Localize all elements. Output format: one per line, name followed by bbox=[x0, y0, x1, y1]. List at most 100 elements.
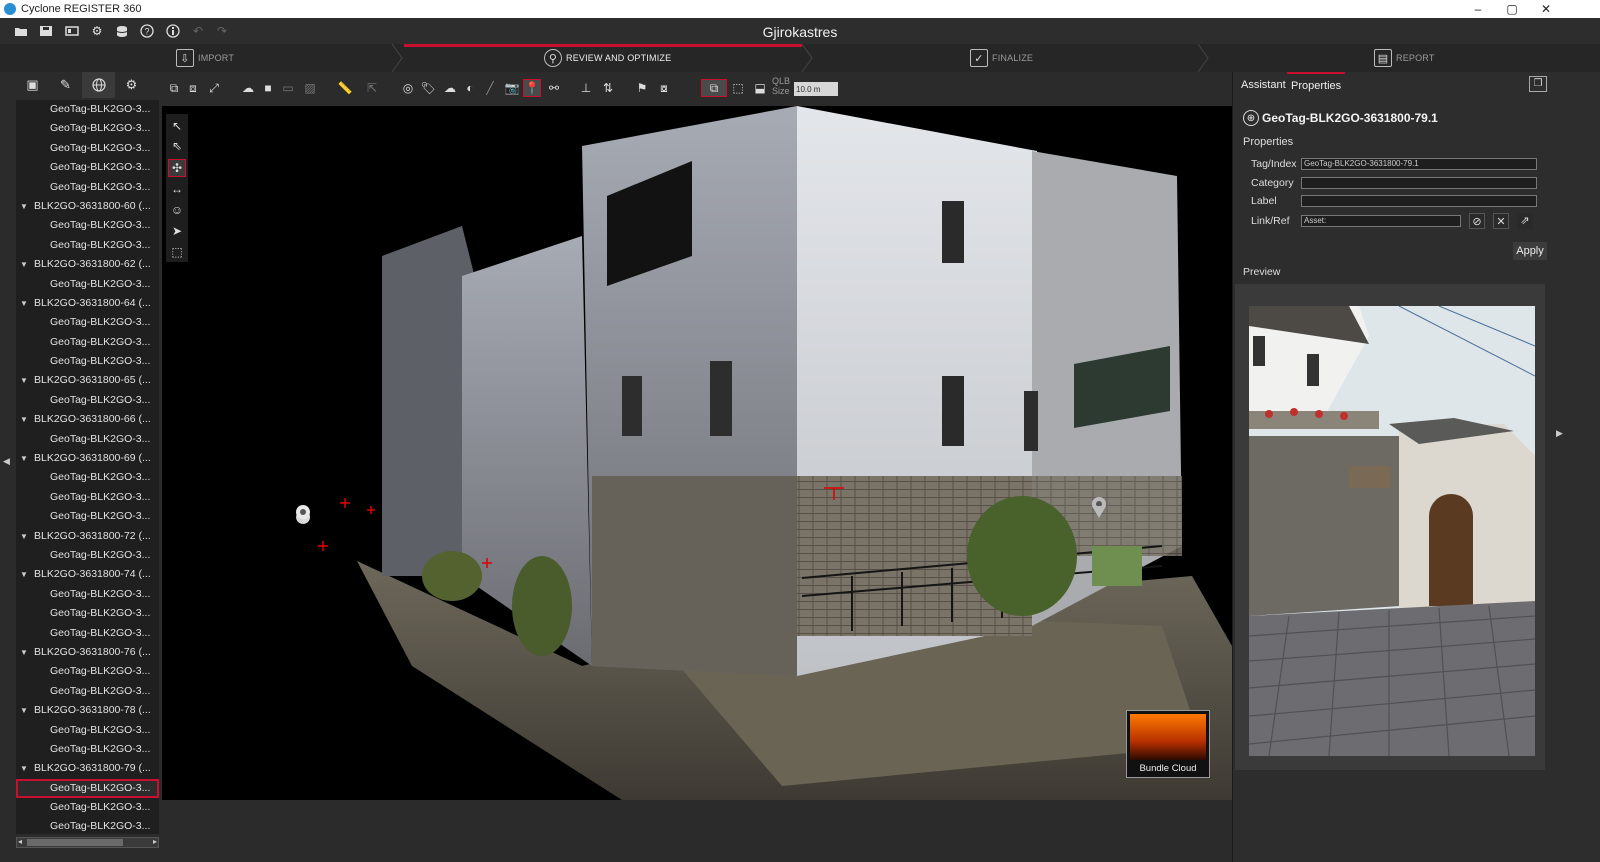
box-icon[interactable]: ■ bbox=[260, 80, 276, 96]
cube-view-icon[interactable]: ⬚ bbox=[730, 80, 746, 96]
person-icon[interactable]: ☺ bbox=[169, 202, 185, 218]
expand-chevron-icon[interactable]: ▼ bbox=[20, 371, 34, 390]
tree-group-item[interactable]: ▼ BLK2GO-3631800-69 (... bbox=[16, 449, 159, 468]
apply-button[interactable]: Apply bbox=[1513, 242, 1547, 260]
tree-group-item[interactable]: ▼ BLK2GO-3631800-74 (... bbox=[16, 565, 159, 584]
tree-group-item[interactable]: ▼ BLK2GO-3631800-62 (... bbox=[16, 255, 159, 274]
measure-icon[interactable]: 📏 bbox=[337, 80, 353, 96]
camera-icon[interactable]: 📷 bbox=[504, 80, 520, 96]
cube-icon[interactable]: ⬚ bbox=[169, 244, 185, 260]
tree-horizontal-scrollbar[interactable]: ◂ ▸ bbox=[16, 837, 159, 848]
tree-geotag-item[interactable]: GeoTag-BLK2GO-3... bbox=[16, 391, 159, 410]
tab-bundles-icon[interactable]: ▣ bbox=[16, 72, 49, 98]
fly-icon[interactable]: ➤ bbox=[169, 223, 185, 239]
scroll-left-icon[interactable]: ◂ bbox=[18, 837, 22, 846]
tab-attachments-icon[interactable]: ✎ bbox=[49, 72, 82, 98]
open-link-icon[interactable]: ⇗ bbox=[1517, 213, 1533, 229]
minimize-button[interactable]: – bbox=[1460, 0, 1496, 18]
tree-geotag-item[interactable]: GeoTag-BLK2GO-3... bbox=[16, 468, 159, 487]
label-field[interactable] bbox=[1301, 195, 1537, 207]
maximize-button[interactable]: ▢ bbox=[1494, 0, 1530, 18]
close-button[interactable]: ✕ bbox=[1528, 0, 1564, 18]
qlb-size-input[interactable] bbox=[794, 82, 838, 96]
tree-group-item[interactable]: ▼ BLK2GO-3631800-66 (... bbox=[16, 410, 159, 429]
tree-group-item[interactable]: ▼ BLK2GO-3631800-72 (... bbox=[16, 527, 159, 546]
scrollbar-thumb[interactable] bbox=[27, 839, 123, 846]
tree-geotag-item[interactable]: GeoTag-BLK2GO-3... bbox=[16, 817, 159, 834]
tree-group-item[interactable]: ▼ BLK2GO-3631800-64 (... bbox=[16, 294, 159, 313]
step-finalize[interactable]: ✓ FINALIZE bbox=[970, 44, 1033, 72]
tree-geotag-item[interactable]: GeoTag-BLK2GO-3... bbox=[16, 721, 159, 740]
cloud-filter-icon[interactable]: ☁ bbox=[442, 80, 458, 96]
level-icon[interactable]: ⇅ bbox=[600, 80, 616, 96]
tab-settings-icon[interactable]: ⚙ bbox=[115, 72, 148, 98]
image-icon[interactable]: ▨ bbox=[302, 80, 318, 96]
tree-geotag-item[interactable]: GeoTag-BLK2GO-3... bbox=[16, 624, 159, 643]
step-import[interactable]: ⇩ IMPORT bbox=[176, 44, 234, 72]
tree-geotag-item[interactable]: GeoTag-BLK2GO-3... bbox=[16, 352, 159, 371]
expand-chevron-icon[interactable]: ▼ bbox=[20, 527, 34, 546]
expand-chevron-icon[interactable]: ▼ bbox=[20, 759, 34, 778]
geotag-pin-icon[interactable]: 📍 bbox=[523, 79, 541, 97]
axis-icon[interactable]: ⊥ bbox=[578, 80, 594, 96]
slice-icon[interactable]: ▭ bbox=[280, 80, 296, 96]
scroll-right-icon[interactable]: ▸ bbox=[153, 837, 157, 846]
tree-group-item[interactable]: ▼ BLK2GO-3631800-60 (... bbox=[16, 197, 159, 216]
flag-icon[interactable]: ⚑ bbox=[634, 80, 650, 96]
tree-geotag-item[interactable]: GeoTag-BLK2GO-3... bbox=[16, 798, 159, 817]
tree-geotag-item[interactable]: GeoTag-BLK2GO-3... bbox=[16, 216, 159, 235]
bundle-cloud-thumbnail[interactable]: Bundle Cloud bbox=[1126, 710, 1210, 778]
tree-geotag-item[interactable]: GeoTag-BLK2GO-3... bbox=[16, 313, 159, 332]
tree-geotag-item[interactable]: GeoTag-BLK2GO-3... bbox=[16, 604, 159, 623]
tree-geotag-item[interactable]: GeoTag-BLK2GO-3... bbox=[16, 158, 159, 177]
collapse-right-panel-icon[interactable]: ▶ bbox=[1556, 428, 1563, 439]
distance-icon[interactable]: ↔ bbox=[169, 181, 185, 197]
expand-chevron-icon[interactable]: ▼ bbox=[20, 294, 34, 313]
link-ref-field[interactable]: Asset: bbox=[1301, 215, 1461, 227]
tree-group-item[interactable]: ▼ BLK2GO-3631800-76 (... bbox=[16, 643, 159, 662]
step-review-optimize[interactable]: ⚲ REVIEW AND OPTIMIZE bbox=[544, 44, 671, 72]
walk-icon[interactable]: ⇱ bbox=[364, 80, 380, 96]
multi-select-icon[interactable]: ⇖ bbox=[169, 138, 185, 154]
tab-properties[interactable]: Properties bbox=[1287, 72, 1346, 98]
tree-geotag-item[interactable]: GeoTag-BLK2GO-3... bbox=[16, 275, 159, 294]
tree-geotag-item[interactable]: GeoTag-BLK2GO-3... bbox=[16, 778, 159, 799]
orbit-icon[interactable]: ✣ bbox=[168, 159, 186, 177]
tree-geotag-item[interactable]: GeoTag-BLK2GO-3... bbox=[16, 507, 159, 526]
tree-geotag-item[interactable]: GeoTag-BLK2GO-3... bbox=[16, 333, 159, 352]
expand-chevron-icon[interactable]: ▼ bbox=[20, 255, 34, 274]
brush-icon[interactable]: ╱ bbox=[482, 80, 498, 96]
tree-geotag-item[interactable]: GeoTag-BLK2GO-3... bbox=[16, 662, 159, 681]
tab-assistant[interactable]: Assistant bbox=[1241, 72, 1286, 98]
box-view-icon[interactable]: ⬓ bbox=[752, 80, 768, 96]
tree-geotag-item[interactable]: GeoTag-BLK2GO-3... bbox=[16, 430, 159, 449]
expand-chevron-icon[interactable]: ▼ bbox=[20, 565, 34, 584]
expand-chevron-icon[interactable]: ▼ bbox=[20, 701, 34, 720]
tree-geotag-item[interactable]: GeoTag-BLK2GO-3... bbox=[16, 682, 159, 701]
display-options-icon[interactable]: ⧇ bbox=[656, 80, 672, 96]
step-report[interactable]: ▤ REPORT bbox=[1374, 44, 1435, 72]
tag-icon[interactable]: 🏷 bbox=[420, 80, 436, 96]
tree-geotag-item[interactable]: GeoTag-BLK2GO-3... bbox=[16, 100, 159, 119]
expand-chevron-icon[interactable]: ▼ bbox=[20, 449, 34, 468]
color-mode-icon[interactable]: ◐ bbox=[462, 80, 478, 96]
category-field[interactable] bbox=[1301, 177, 1537, 189]
geotag-marker[interactable] bbox=[296, 505, 311, 524]
view-copy-icon[interactable]: ⧈ bbox=[185, 80, 201, 96]
tree-group-item[interactable]: ▼ BLK2GO-3631800-65 (... bbox=[16, 371, 159, 390]
tag-index-field[interactable]: GeoTag-BLK2GO-3631800-79.1 bbox=[1301, 158, 1537, 170]
target-icon[interactable]: ◎ bbox=[400, 80, 416, 96]
point-cloud-viewport[interactable]: ↖ ⇖ ✣ ↔ ☺ ➤ ⬚ Bundle Cloud bbox=[162, 106, 1232, 800]
collapse-left-panel-icon[interactable]: ◀ bbox=[3, 456, 10, 467]
tree-geotag-item[interactable]: GeoTag-BLK2GO-3... bbox=[16, 139, 159, 158]
expand-chevron-icon[interactable]: ▼ bbox=[20, 197, 34, 216]
clear-link-icon[interactable]: ✕ bbox=[1493, 213, 1509, 229]
tree-geotag-item[interactable]: GeoTag-BLK2GO-3... bbox=[16, 585, 159, 604]
zoom-fit-icon[interactable]: ⤢ bbox=[206, 80, 222, 96]
tree-geotag-item[interactable]: GeoTag-BLK2GO-3... bbox=[16, 488, 159, 507]
expand-chevron-icon[interactable]: ▼ bbox=[20, 410, 34, 429]
tree-geotag-item[interactable]: GeoTag-BLK2GO-3... bbox=[16, 119, 159, 138]
tree-geotag-item[interactable]: GeoTag-BLK2GO-3... bbox=[16, 236, 159, 255]
detach-panel-icon[interactable]: ❐ bbox=[1529, 76, 1547, 92]
link-bundle-icon[interactable]: ⧉ bbox=[166, 80, 182, 96]
